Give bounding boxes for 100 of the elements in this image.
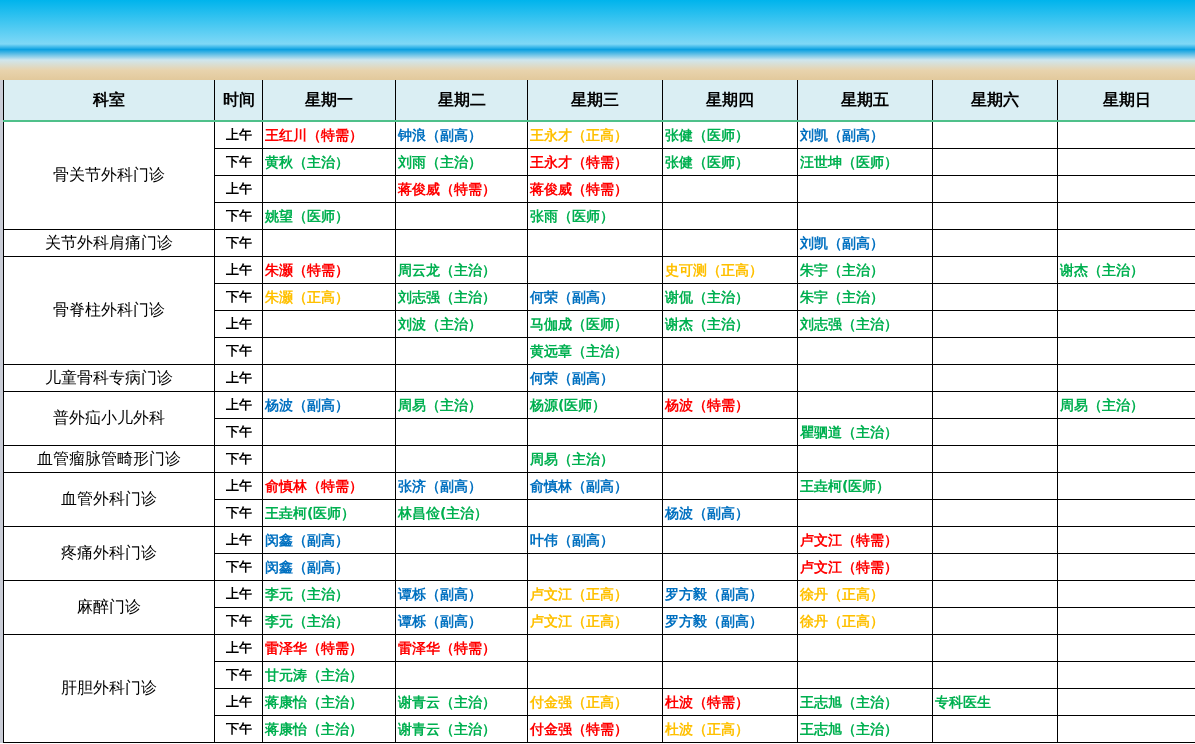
doctor-entry: 王永才（正高） <box>530 126 628 143</box>
column-header: 星期日 <box>1057 80 1195 121</box>
time-cell: 下午 <box>214 418 263 445</box>
doctor-entry: 付金强（特需） <box>530 720 628 737</box>
doctor-entry: 雷泽华（特需） <box>265 639 363 656</box>
doctor-entry: 杜波（特需） <box>665 693 749 710</box>
department-cell: 肝胆外科门诊 <box>3 634 215 742</box>
department-cell: 儿童骨科专病门诊 <box>3 364 215 391</box>
doctor-entry: 谢侃（主治） <box>665 288 749 305</box>
time-cell: 下午 <box>214 661 263 688</box>
doctor-entry: 闵鑫（副高） <box>265 558 349 575</box>
department-cell: 骨脊柱外科门诊 <box>3 256 215 364</box>
doctor-entry: 杨源(医师） <box>530 396 607 413</box>
doctor-entry: 卢文江（正高） <box>530 612 628 629</box>
doctor-entry: 王志旭（主治） <box>800 720 898 737</box>
doctor-entry: 叶伟（副高） <box>530 531 614 548</box>
doctor-entry: 刘志强（主治） <box>398 288 496 305</box>
column-header: 星期五 <box>797 80 933 121</box>
doctor-entry: 张健（医师） <box>665 153 749 170</box>
doctor-entry: 谢杰（主治） <box>1060 261 1144 278</box>
doctor-entry: 朱灏（特需） <box>265 261 349 278</box>
doctor-entry: 史可测（正高） <box>665 261 763 278</box>
doctor-entry: 黄秋（主治） <box>265 153 349 170</box>
time-cell: 上午 <box>214 121 263 148</box>
time-cell: 下午 <box>214 553 263 580</box>
department-cell: 血管瘤脉管畸形门诊 <box>3 445 215 472</box>
department-cell: 疼痛外科门诊 <box>3 526 215 580</box>
doctor-entry: 雷泽华（特需） <box>398 639 496 656</box>
doctor-entry: 谢青云（主治） <box>398 693 496 710</box>
doctor-entry: 俞慎林（副高） <box>530 477 628 494</box>
department-cell: 普外疝小儿外科 <box>3 391 215 445</box>
time-cell: 下午 <box>214 445 263 472</box>
doctor-entry: 杨波（副高） <box>665 504 749 521</box>
department-cell: 骨关节外科门诊 <box>3 121 215 229</box>
doctor-entry: 周云龙（主治） <box>398 261 496 278</box>
time-cell: 下午 <box>214 283 263 310</box>
doctor-entry: 朱灏（正高） <box>265 288 349 305</box>
doctor-entry: 钟浪（副高） <box>398 126 482 143</box>
doctor-entry: 徐丹（正高） <box>800 585 884 602</box>
doctor-entry: 周易（主治） <box>398 396 482 413</box>
doctor-entry: 朱宇（主治） <box>800 261 884 278</box>
doctor-entry: 蒋康怡（主治） <box>265 693 363 710</box>
doctor-entry: 李元（主治） <box>265 612 349 629</box>
doctor-entry: 李元（主治） <box>265 585 349 602</box>
doctor-entry: 王红川（特需） <box>265 126 363 143</box>
doctor-entry: 马伽成（医师） <box>530 315 628 332</box>
doctor-entry: 卢文江（正高） <box>530 585 628 602</box>
doctor-entry: 专科医生 <box>935 693 991 710</box>
doctor-entry: 张雨（医师） <box>530 207 614 224</box>
time-cell: 上午 <box>214 526 263 553</box>
department-cell: 关节外科肩痛门诊 <box>3 229 215 256</box>
column-header: 星期二 <box>395 80 528 121</box>
doctor-entry: 杜波（正高） <box>665 720 749 737</box>
time-cell: 上午 <box>214 634 263 661</box>
doctor-entry: 徐丹（正高） <box>800 612 884 629</box>
doctor-entry: 蒋俊威（特需） <box>530 180 628 197</box>
doctor-entry: 张健（医师） <box>665 126 749 143</box>
time-cell: 下午 <box>214 202 263 229</box>
doctor-entry: 刘雨（主治） <box>398 153 482 170</box>
doctor-entry: 王永才（特需） <box>530 153 628 170</box>
doctor-entry: 罗方毅（副高） <box>665 585 763 602</box>
department-cell: 血管外科门诊 <box>3 472 215 526</box>
doctor-entry: 刘凯（副高） <box>800 126 884 143</box>
doctor-entry: 朱宇（主治） <box>800 288 884 305</box>
doctor-entry: 闵鑫（副高） <box>265 531 349 548</box>
doctor-entry: 刘凯（副高） <box>800 234 884 251</box>
column-header: 科室 <box>3 80 215 121</box>
doctor-entry: 瞿驷道（主治） <box>800 423 898 440</box>
department-cell: 麻醉门诊 <box>3 580 215 634</box>
doctor-entry: 卢文江（特需） <box>800 558 898 575</box>
time-cell: 上午 <box>214 175 263 202</box>
doctor-entry: 杨波（副高） <box>265 396 349 413</box>
doctor-entry: 甘元涛（主治） <box>265 666 363 683</box>
time-cell: 上午 <box>214 688 263 715</box>
column-header: 星期四 <box>662 80 798 121</box>
doctor-entry: 周易（主治） <box>530 450 614 467</box>
time-cell: 上午 <box>214 472 263 499</box>
doctor-entry: 周易（主治） <box>1060 396 1144 413</box>
time-cell: 下午 <box>214 499 263 526</box>
doctor-entry: 付金强（正高） <box>530 693 628 710</box>
time-cell: 下午 <box>214 148 263 175</box>
doctor-entry: 谭栎（副高） <box>398 612 482 629</box>
doctor-entry: 罗方毅（副高） <box>665 612 763 629</box>
doctor-entry: 何荣（副高） <box>530 288 614 305</box>
doctor-entry: 王垚柯(医师） <box>800 477 891 494</box>
time-cell: 上午 <box>214 310 263 337</box>
doctor-entry: 汪世坤（医师） <box>800 153 898 170</box>
doctor-entry: 姚望（医师） <box>265 207 349 224</box>
doctor-entry: 黄远章（主治） <box>530 342 628 359</box>
doctor-entry: 王垚柯(医师） <box>265 504 356 521</box>
time-cell: 上午 <box>214 364 263 391</box>
time-cell: 下午 <box>214 607 263 634</box>
doctor-entry: 卢文江（特需） <box>800 531 898 548</box>
doctor-entry: 谭栎（副高） <box>398 585 482 602</box>
doctor-entry: 谢青云（主治） <box>398 720 496 737</box>
doctor-entry: 谢杰（主治） <box>665 315 749 332</box>
time-cell: 上午 <box>214 580 263 607</box>
doctor-entry: 蒋康怡（主治） <box>265 720 363 737</box>
column-header: 时间 <box>214 80 263 121</box>
time-cell: 上午 <box>214 391 263 418</box>
